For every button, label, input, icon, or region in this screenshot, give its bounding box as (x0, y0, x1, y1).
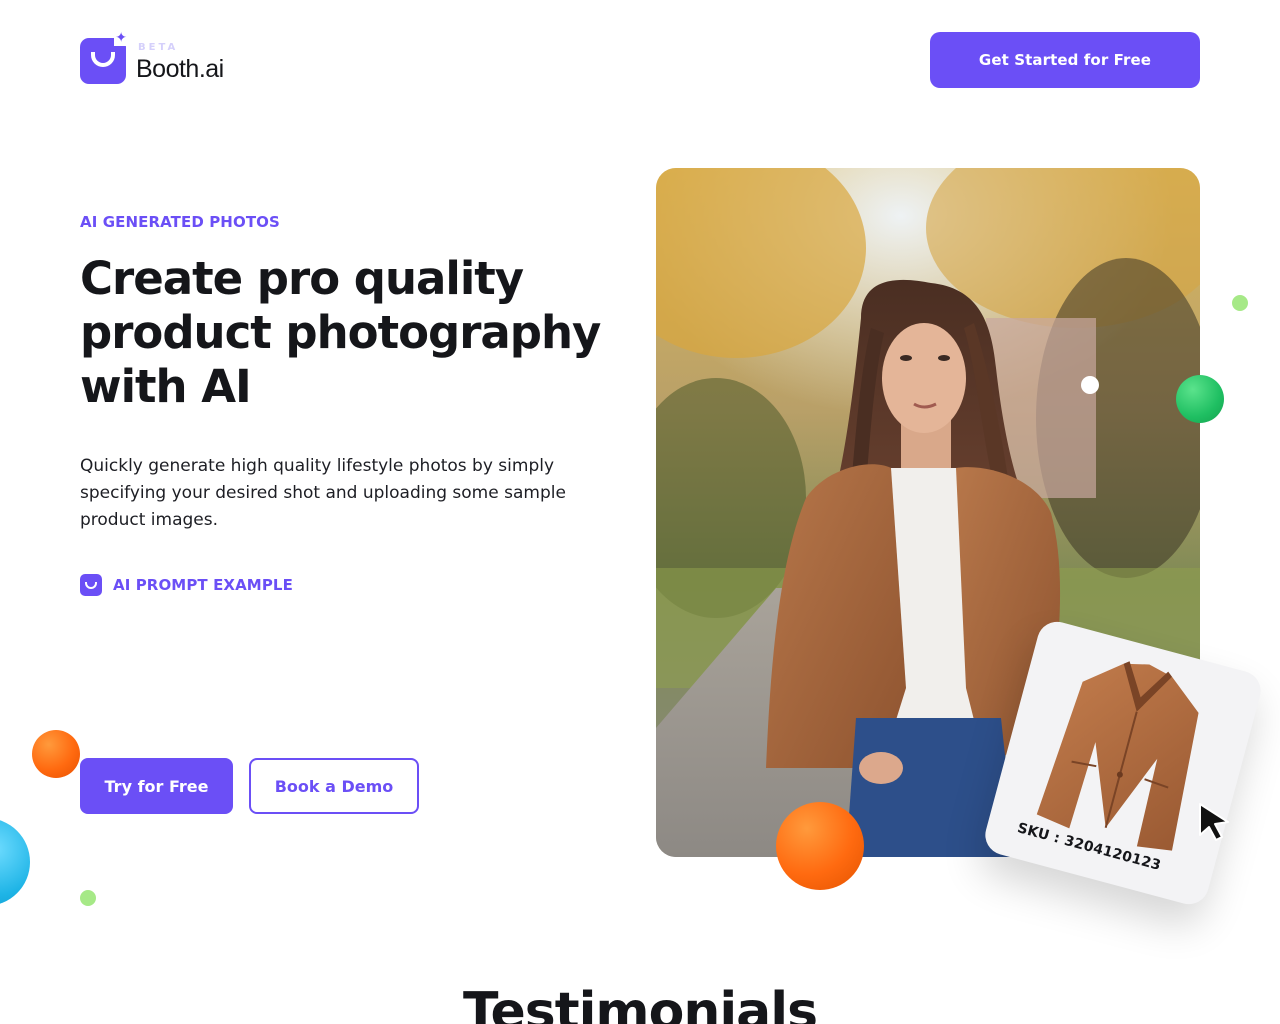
beta-badge: BETA (138, 42, 179, 53)
testimonials-heading: Testimonials (462, 982, 818, 1024)
logo-smile-icon: ✦ (80, 30, 128, 84)
hero-headline: Create pro quality product photography w… (80, 252, 601, 413)
sparkle-icon: ✦ (114, 30, 128, 46)
decorative-lime-dot (1232, 295, 1248, 311)
get-started-button[interactable]: Get Started for Free (930, 32, 1200, 88)
book-demo-button[interactable]: Book a Demo (249, 758, 419, 814)
ai-prompt-example[interactable]: AI PROMPT EXAMPLE (80, 574, 293, 596)
decorative-lime-dot (80, 890, 96, 906)
prompt-smile-icon (80, 574, 102, 596)
booth-logo[interactable]: ✦ BETA Booth.ai (80, 30, 224, 84)
decorative-green-sphere (1176, 375, 1224, 423)
prompt-example-label: AI PROMPT EXAMPLE (113, 576, 293, 594)
cursor-arrow-icon (1199, 803, 1229, 841)
decorative-blue-sphere (0, 818, 30, 906)
hero-eyebrow: AI GENERATED PHOTOS (80, 213, 280, 231)
try-for-free-button[interactable]: Try for Free (80, 758, 233, 814)
decorative-orange-sphere-large (776, 802, 864, 890)
decorative-orange-sphere (32, 730, 80, 778)
hero-subhead: Quickly generate high quality lifestyle … (80, 456, 566, 530)
decorative-white-dot (1081, 376, 1099, 394)
